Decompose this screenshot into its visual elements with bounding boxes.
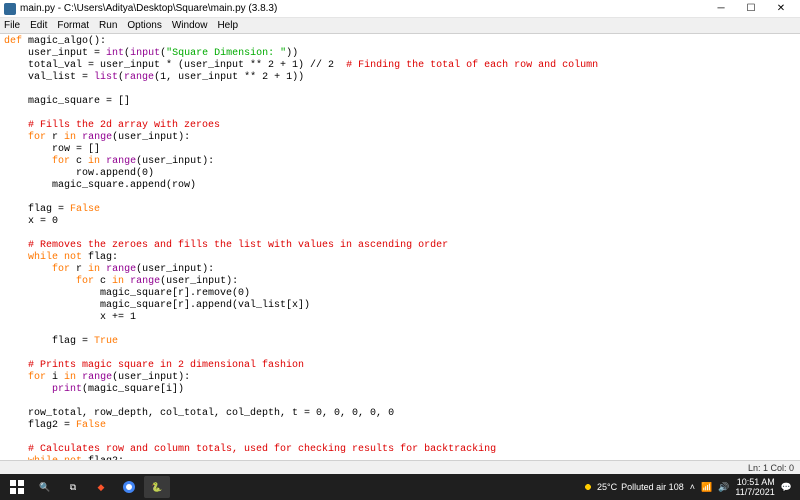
windows-taskbar: 🔍 ⧉ ◆ 🐍 25°C Polluted air 108 ˄ 📶 🔊 10:5…: [0, 474, 800, 500]
brave-icon[interactable]: ◆: [88, 476, 114, 498]
code-editor[interactable]: def magic_algo(): user_input = int(input…: [0, 34, 800, 460]
volume-icon[interactable]: 🔊: [718, 482, 729, 493]
window-titlebar: main.py - C:\Users\Aditya\Desktop\Square…: [0, 0, 800, 18]
network-icon[interactable]: 📶: [701, 482, 712, 493]
menu-help[interactable]: Help: [217, 20, 238, 31]
weather-widget[interactable]: 25°C Polluted air 108: [583, 482, 684, 492]
menu-bar: File Edit Format Run Options Window Help: [0, 18, 800, 34]
clock-time: 10:51 AM: [735, 477, 774, 487]
task-view-icon[interactable]: ⧉: [60, 476, 86, 498]
menu-file[interactable]: File: [4, 20, 20, 31]
close-button[interactable]: ✕: [766, 0, 796, 18]
start-button[interactable]: [4, 476, 30, 498]
weather-text: Polluted air 108: [621, 482, 684, 492]
minimize-button[interactable]: ─: [706, 0, 736, 18]
menu-format[interactable]: Format: [57, 20, 89, 31]
weather-temp: 25°C: [597, 482, 617, 492]
tray-chevron-icon[interactable]: ˄: [690, 482, 695, 492]
cursor-position: Ln: 1 Col: 0: [748, 463, 794, 473]
weather-icon: [583, 482, 593, 492]
clock-date: 11/7/2021: [735, 487, 774, 497]
menu-run[interactable]: Run: [99, 20, 117, 31]
maximize-button[interactable]: ☐: [736, 0, 766, 18]
search-icon[interactable]: 🔍: [32, 476, 58, 498]
window-controls: ─ ☐ ✕: [706, 0, 796, 18]
notifications-icon[interactable]: 💬: [781, 482, 792, 493]
window-title: main.py - C:\Users\Aditya\Desktop\Square…: [20, 3, 706, 14]
clock[interactable]: 10:51 AM 11/7/2021: [735, 477, 774, 497]
idle-icon[interactable]: 🐍: [144, 476, 170, 498]
menu-options[interactable]: Options: [127, 20, 161, 31]
menu-edit[interactable]: Edit: [30, 20, 47, 31]
status-bar: Ln: 1 Col: 0: [0, 460, 800, 474]
chrome-icon[interactable]: [116, 476, 142, 498]
app-icon: [4, 3, 16, 15]
menu-window[interactable]: Window: [172, 20, 208, 31]
